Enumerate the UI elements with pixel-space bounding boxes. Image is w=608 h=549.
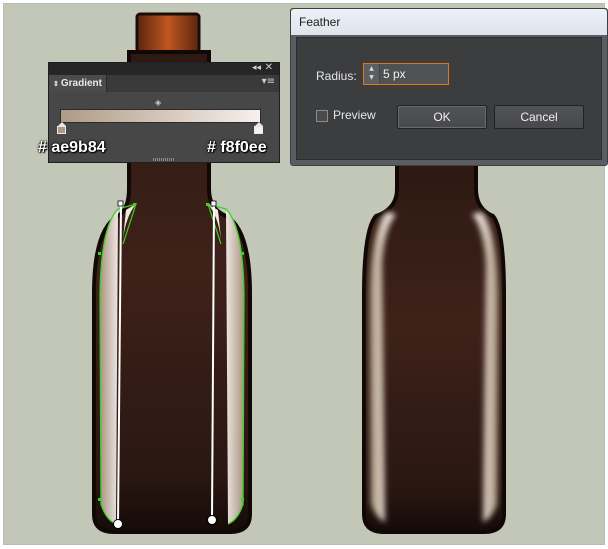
gradient-stop-left[interactable] — [57, 122, 66, 134]
cancel-button[interactable]: Cancel — [494, 105, 584, 129]
ok-button[interactable]: OK — [397, 105, 487, 129]
dialog-title: Feather — [299, 15, 341, 29]
gradient-origin-handle[interactable] — [113, 519, 123, 529]
gradient-origin-handle[interactable] — [207, 515, 217, 525]
feather-dialog[interactable]: Feather Radius: ▲▼ Preview OK Cancel — [290, 8, 608, 166]
collapse-panel-icon[interactable]: ◂◂ — [252, 62, 261, 74]
radius-label: Radius: — [316, 69, 357, 83]
panel-resize-grip[interactable] — [153, 158, 175, 161]
radius-spinner-icon[interactable]: ▲ ▼ — [364, 64, 380, 84]
preview-label[interactable]: Preview — [333, 108, 376, 122]
dialog-body: Radius: ▲▼ Preview OK Cancel — [296, 37, 602, 160]
artboard-canvas[interactable]: ◂◂ ✕ ⇕ Gradient ▾≡ ◈ # ae9b84 # f8f0ee Fe… — [3, 3, 608, 545]
bottle-neck-cap — [135, 12, 201, 54]
anchor-point[interactable] — [98, 252, 101, 255]
tab-gradient[interactable]: ⇕ Gradient — [49, 75, 107, 92]
dialog-titlebar[interactable]: Feather — [291, 9, 607, 35]
anchor-point[interactable] — [133, 203, 136, 206]
gradient-panel-titlebar[interactable]: ◂◂ ✕ — [49, 62, 279, 75]
gradient-ramp[interactable] — [60, 109, 261, 123]
hex-color-right: # f8f0ee — [207, 139, 267, 156]
gradient-midpoint-icon[interactable]: ◈ — [155, 98, 161, 107]
preview-checkbox[interactable] — [316, 110, 328, 122]
close-panel-icon[interactable]: ✕ — [265, 62, 273, 74]
hex-color-left: # ae9b84 — [38, 139, 106, 156]
anchor-point[interactable] — [98, 498, 101, 501]
gradient-end-handle[interactable] — [210, 200, 217, 207]
bottle-body — [362, 152, 506, 534]
anchor-point[interactable] — [206, 203, 209, 206]
right-bottle[interactable] — [362, 152, 506, 534]
anchor-point[interactable] — [241, 498, 244, 501]
radius-input[interactable] — [381, 65, 451, 83]
anchor-point[interactable] — [241, 252, 244, 255]
tab-gradient-label: Gradient — [60, 78, 102, 89]
gradient-end-handle[interactable] — [117, 200, 124, 207]
radius-field[interactable]: ▲ ▼ — [363, 63, 451, 85]
updown-arrows-icon: ⇕ — [53, 81, 59, 88]
panel-menu-icon[interactable]: ▾≡ — [262, 76, 275, 87]
gradient-stop-right[interactable] — [254, 122, 263, 134]
